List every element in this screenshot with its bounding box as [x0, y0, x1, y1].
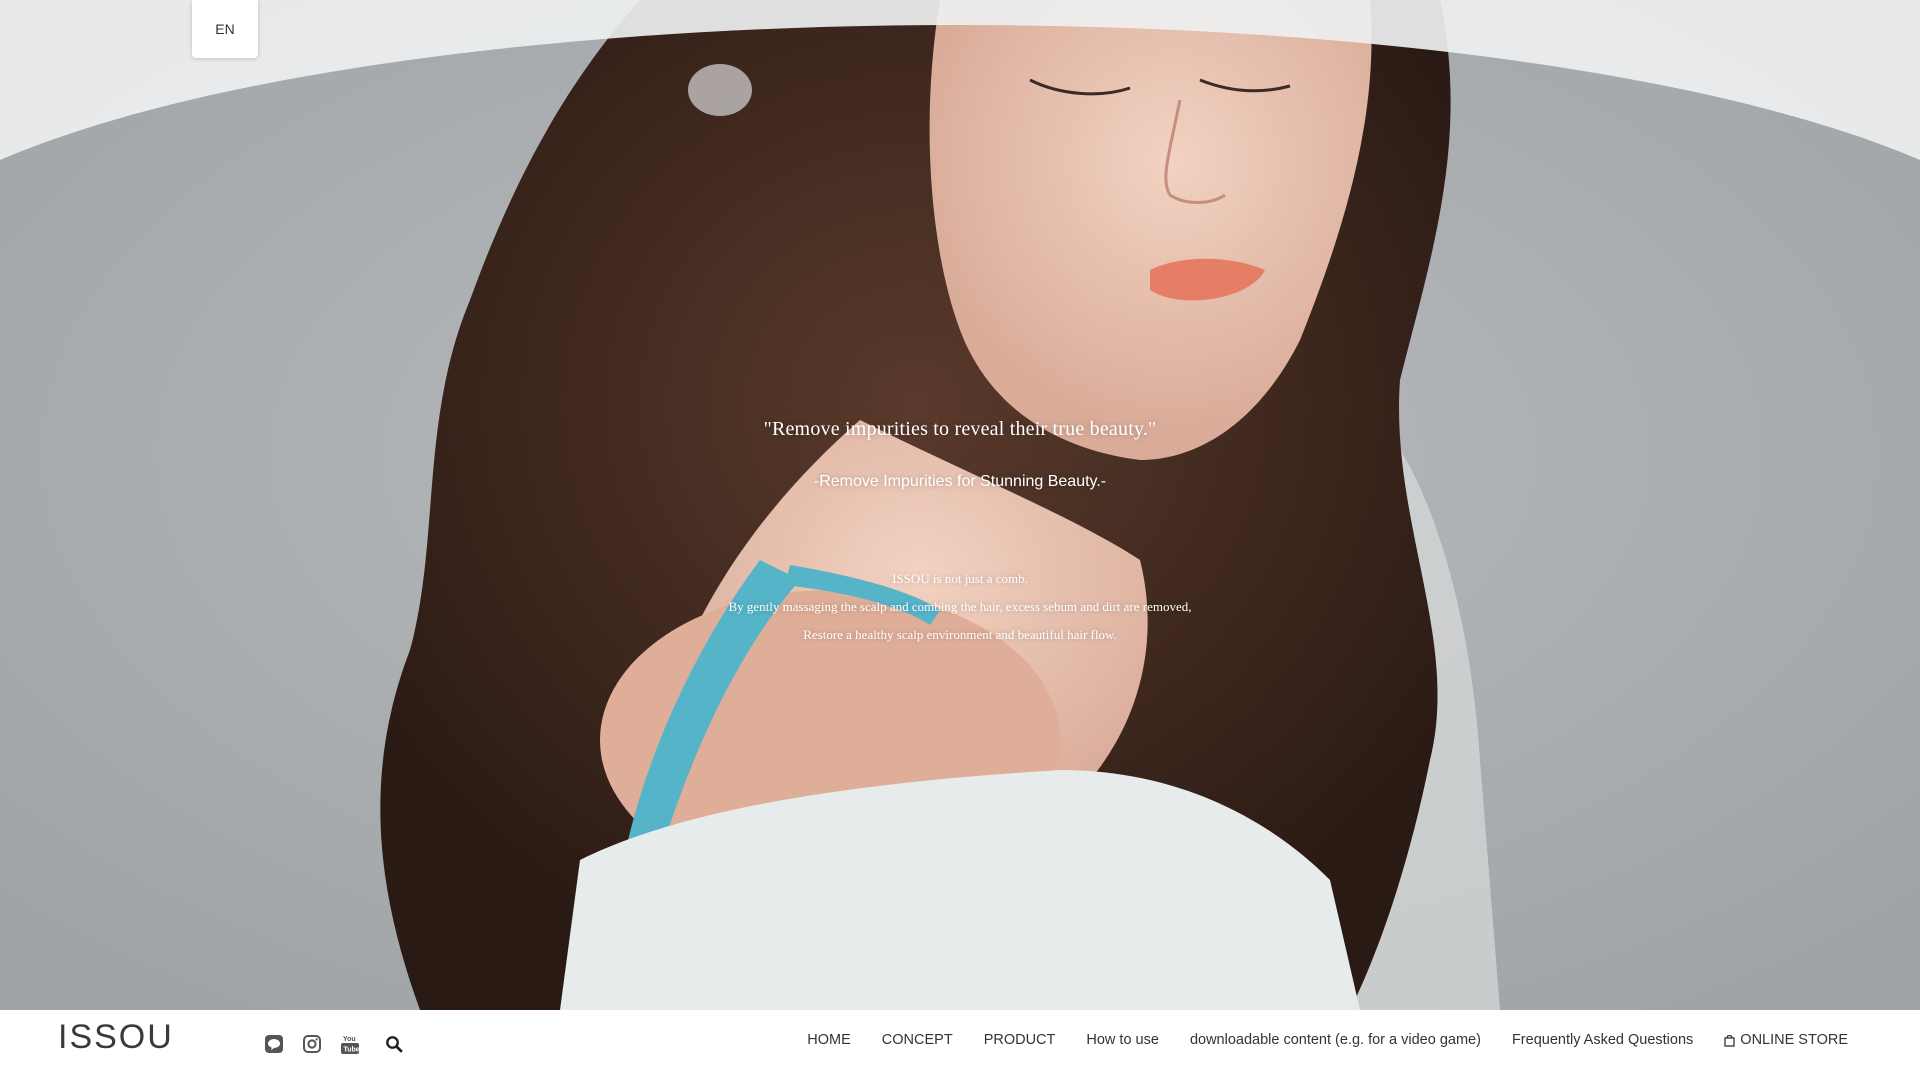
social-links: You Tube: [262, 1032, 406, 1056]
nav-faq[interactable]: Frequently Asked Questions: [1512, 1032, 1693, 1048]
nav-product[interactable]: PRODUCT: [984, 1032, 1056, 1048]
top-arc-shape: [0, 0, 1920, 160]
nav-downloadable-content[interactable]: downloadable content (e.g. for a video g…: [1190, 1032, 1481, 1048]
nav-home[interactable]: HOME: [807, 1032, 851, 1048]
svg-text:Tube: Tube: [344, 1047, 360, 1054]
nav-online-store[interactable]: ONLINE STORE: [1724, 1032, 1848, 1048]
hero-subtitle: -Remove Impurities for Stunning Beauty.-: [813, 473, 1107, 490]
bottom-navbar: ISSOU You Tube HOME CONCEPT PRODUCT How …: [0, 1010, 1920, 1080]
hero-body-line: Restore a healthy scalp environment and …: [803, 627, 1117, 642]
language-switcher[interactable]: EN: [192, 0, 258, 58]
shopping-bag-icon: [1724, 1034, 1735, 1047]
instagram-icon[interactable]: [300, 1032, 324, 1056]
hero-title: "Remove impurities to reveal their true …: [763, 418, 1157, 440]
hero-body-line: ISSOU is not just a comb.: [892, 571, 1028, 586]
site-logo[interactable]: ISSOU: [58, 1018, 174, 1057]
main-nav: HOME CONCEPT PRODUCT How to use download…: [807, 1032, 1848, 1048]
hero-section: EN "Remove impurities to reveal their tr…: [0, 0, 1920, 1010]
nav-online-store-label: ONLINE STORE: [1740, 1032, 1848, 1048]
search-icon[interactable]: [382, 1032, 406, 1056]
nav-how-to-use[interactable]: How to use: [1086, 1032, 1159, 1048]
hero-body-line: By gently massaging the scalp and combin…: [728, 599, 1192, 614]
line-icon[interactable]: [262, 1032, 286, 1056]
nav-concept[interactable]: CONCEPT: [882, 1032, 953, 1048]
page: EN "Remove impurities to reveal their tr…: [0, 0, 1920, 1080]
svg-text:You: You: [343, 1036, 356, 1043]
language-label: EN: [215, 21, 235, 37]
hero-body: ISSOU is not just a comb. By gently mass…: [0, 565, 1920, 649]
youtube-icon[interactable]: You Tube: [338, 1032, 362, 1056]
